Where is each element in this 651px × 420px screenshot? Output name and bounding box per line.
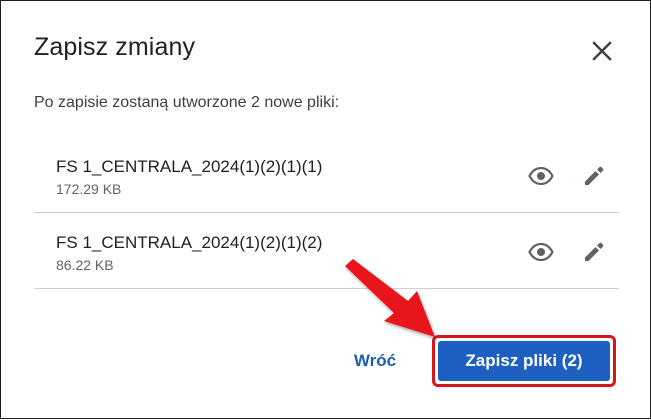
pencil-icon bbox=[585, 242, 604, 261]
dialog-title: Zapisz zmiany bbox=[34, 33, 196, 61]
edit-button[interactable] bbox=[581, 239, 607, 265]
eye-icon bbox=[528, 243, 554, 261]
dialog-description: Po zapisie zostaną utworzone 2 nowe plik… bbox=[34, 94, 340, 111]
file-name: FS 1_CENTRALA_2024(1)(2)(1)(1) bbox=[56, 157, 323, 176]
close-icon bbox=[592, 41, 612, 61]
file-name: FS 1_CENTRALA_2024(1)(2)(1)(2) bbox=[56, 233, 323, 252]
back-button[interactable]: Wróć bbox=[339, 346, 411, 376]
file-row: FS 1_CENTRALA_2024(1)(2)(1)(1) 172.29 KB bbox=[34, 137, 619, 213]
eye-icon bbox=[528, 167, 554, 185]
edit-button[interactable] bbox=[581, 163, 607, 189]
file-size: 86.22 KB bbox=[56, 257, 114, 273]
file-row: FS 1_CENTRALA_2024(1)(2)(1)(2) 86.22 KB bbox=[34, 213, 619, 289]
file-list: FS 1_CENTRALA_2024(1)(2)(1)(1) 172.29 KB… bbox=[34, 137, 619, 289]
dialog: Zapisz zmiany Po zapisie zostaną utworzo… bbox=[0, 0, 651, 419]
file-size: 172.29 KB bbox=[56, 181, 122, 197]
pencil-icon bbox=[585, 166, 604, 185]
save-files-button[interactable]: Zapisz pliki (2) bbox=[438, 341, 610, 381]
preview-button[interactable] bbox=[528, 239, 554, 265]
preview-button[interactable] bbox=[528, 163, 554, 189]
close-button[interactable] bbox=[586, 35, 618, 67]
